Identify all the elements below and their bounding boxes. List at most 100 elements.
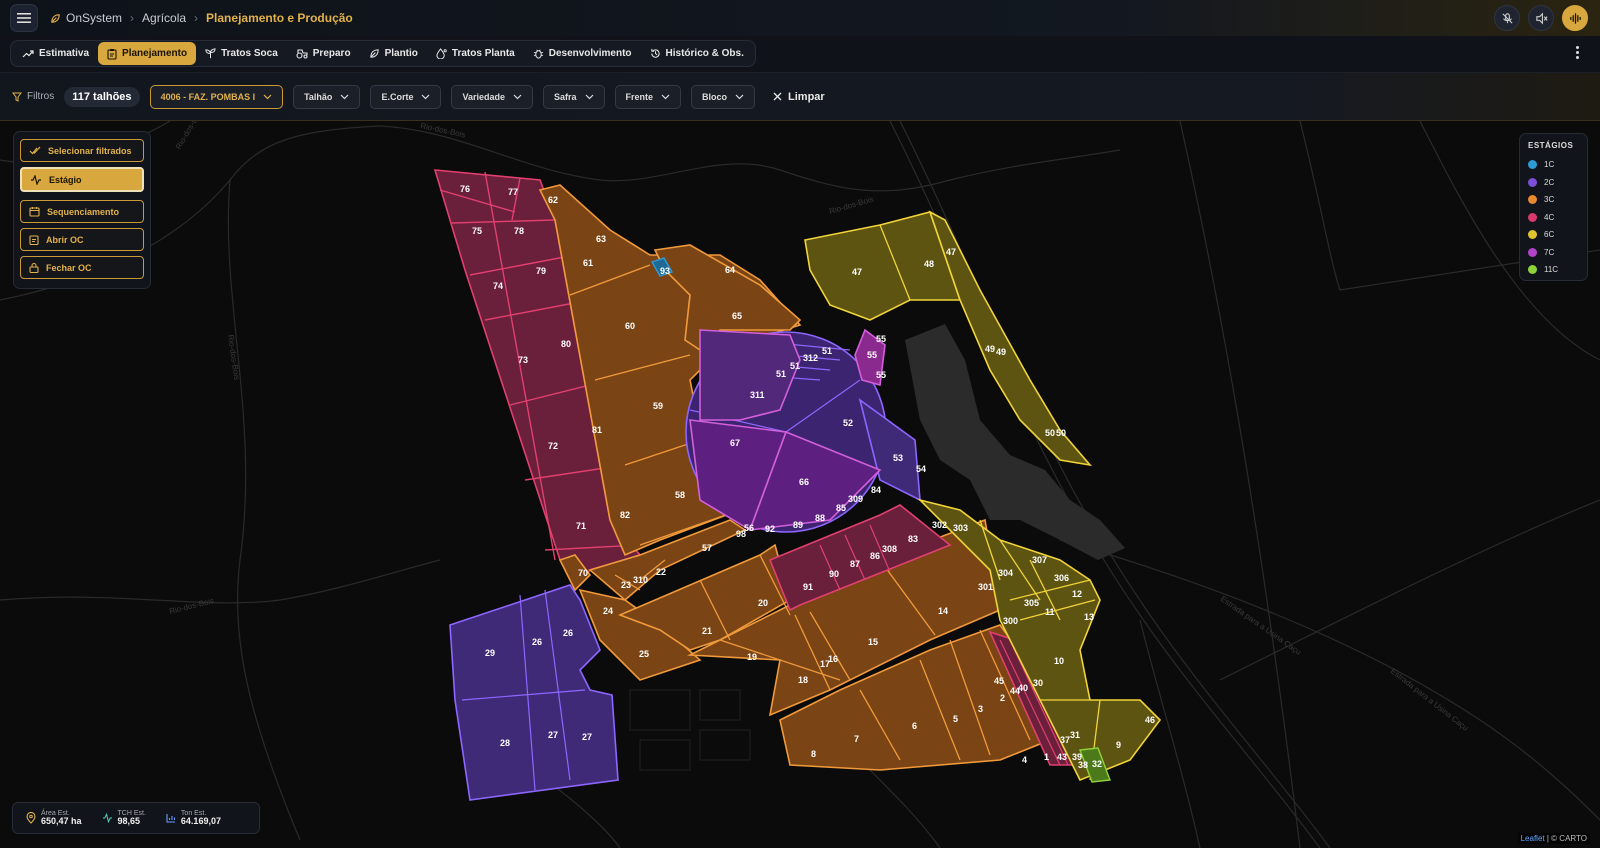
- tab-tratos-planta[interactable]: Tratos Planta: [427, 42, 524, 65]
- stage-button[interactable]: Estágio: [20, 167, 144, 192]
- village-blocks: [629, 689, 751, 771]
- plot-label: 79: [536, 266, 546, 276]
- safra-select[interactable]: Safra: [542, 84, 605, 109]
- bloco-select[interactable]: Bloco: [691, 84, 756, 109]
- plot-label: 93: [660, 266, 670, 276]
- variedade-select[interactable]: Variedade: [451, 84, 533, 109]
- plot-label: 5: [953, 714, 958, 724]
- plot-label: 300: [1003, 616, 1018, 626]
- plot-label: 43: [1057, 752, 1067, 762]
- plot-label: 27: [582, 732, 592, 742]
- plot-label: 84: [871, 485, 881, 495]
- more-options-icon[interactable]: [1576, 46, 1580, 59]
- plot-label: 91: [803, 582, 813, 592]
- plot-label: 26: [563, 628, 573, 638]
- plot-label: 53: [893, 453, 903, 463]
- plot-label: 77: [508, 187, 518, 197]
- sound-toggle-button[interactable]: [1528, 5, 1554, 31]
- plot-label: 51: [790, 361, 800, 371]
- plot-label: 73: [518, 355, 528, 365]
- plot-label: 60: [625, 321, 635, 331]
- top-bar: OnSystem › Agrícola › Planejamento e Pro…: [0, 0, 1600, 36]
- plot-label: 38: [1078, 760, 1088, 770]
- plot-label: 1: [1044, 752, 1049, 762]
- map-svg[interactable]: Rio-dos-Bois Rio-dos-Bois Rio-dos-Bois R…: [0, 121, 1600, 848]
- open-oc-button[interactable]: Abrir OC: [20, 228, 144, 251]
- menu-button[interactable]: [10, 4, 38, 32]
- bar-chart-icon: [166, 814, 175, 823]
- plot-label: 306: [1054, 573, 1069, 583]
- tab-historico[interactable]: Histórico & Obs.: [641, 42, 753, 65]
- plot-label: 10: [1054, 656, 1064, 666]
- clear-filters-button[interactable]: Limpar: [773, 91, 825, 103]
- plot-label: 82: [620, 510, 630, 520]
- plot-label: 61: [583, 258, 593, 268]
- plot-label: 49: [985, 344, 995, 354]
- plot-label: 312: [803, 353, 818, 363]
- road-label: Rio-dos-Bois: [828, 195, 875, 216]
- mic-toggle-button[interactable]: [1494, 5, 1520, 31]
- mic-off-icon: [1501, 12, 1513, 24]
- tab-desenvolvimento[interactable]: Desenvolvimento: [524, 42, 641, 65]
- header-actions: [1494, 5, 1588, 31]
- legend-swatch: [1528, 247, 1537, 257]
- ecorte-select[interactable]: E.Corte: [370, 84, 442, 109]
- plot-label: 6: [912, 721, 917, 731]
- legend-title: ESTÁGIOS: [1528, 141, 1574, 150]
- tab-list: Estimativa Planejamento Tratos Soca Prep…: [10, 40, 756, 67]
- drop-icon: [436, 48, 447, 59]
- plot-label: 47: [946, 247, 956, 257]
- chevron-down-icon: [341, 94, 349, 99]
- plot-label: 46: [1145, 715, 1155, 725]
- chevron-down-icon: [661, 94, 670, 99]
- leaflet-link[interactable]: Leaflet: [1521, 834, 1545, 843]
- plot-label: 11: [1045, 607, 1055, 617]
- plot-label: 86: [870, 551, 880, 561]
- close-oc-button[interactable]: Fechar OC: [20, 256, 144, 279]
- filter-label: Filtros: [12, 91, 54, 102]
- plot-label: 98: [736, 529, 746, 539]
- voice-assistant-button[interactable]: [1562, 5, 1588, 31]
- legend-item: 7C: [1528, 244, 1579, 262]
- fazenda-select[interactable]: 4006 - FAZ. POMBAS I: [149, 84, 284, 109]
- carto-link[interactable]: © CARTO: [1551, 834, 1587, 843]
- plot-label: 3: [978, 704, 983, 714]
- legend-swatch: [1528, 212, 1537, 222]
- plot-label: 76: [460, 184, 470, 194]
- plot-label: 48: [924, 259, 934, 269]
- sequencing-button[interactable]: Sequenciamento: [20, 200, 144, 223]
- breadcrumb-home[interactable]: OnSystem: [50, 11, 122, 25]
- talhao-select[interactable]: Talhão: [293, 84, 361, 109]
- legend-item: 6C: [1528, 226, 1579, 244]
- frente-select[interactable]: Frente: [614, 84, 682, 109]
- plot-label: 66: [799, 477, 809, 487]
- plot-label: 47: [852, 267, 862, 277]
- plot-label: 80: [561, 339, 571, 349]
- plot-label: 16: [828, 654, 838, 664]
- select-filtered-button[interactable]: Selecionar filtrados: [20, 139, 144, 162]
- tab-planejamento[interactable]: Planejamento: [98, 42, 197, 65]
- plot-label: 90: [829, 569, 839, 579]
- plot-label: 50: [1056, 428, 1066, 438]
- tab-plantio[interactable]: Plantio: [360, 42, 427, 65]
- tab-preparo[interactable]: Preparo: [287, 42, 360, 65]
- plot-label: 89: [793, 520, 803, 530]
- leaf-icon: [369, 49, 379, 58]
- plot-label: 25: [639, 649, 649, 659]
- chevron-down-icon: [513, 94, 522, 99]
- plot-label: 29: [485, 648, 495, 658]
- legend-item: 4C: [1528, 209, 1579, 227]
- tab-estimativa[interactable]: Estimativa: [13, 42, 98, 65]
- plot-label: 64: [725, 265, 735, 275]
- plot-label: 12: [1072, 589, 1082, 599]
- plot-label: 30: [1033, 678, 1043, 688]
- map-canvas[interactable]: Rio-dos-Bois Rio-dos-Bois Rio-dos-Bois R…: [0, 121, 1600, 848]
- tab-tratos-soca[interactable]: Tratos Soca: [196, 42, 287, 65]
- sprout-icon: [205, 48, 216, 59]
- plot-label: 92: [765, 524, 775, 534]
- legend-swatch: [1528, 230, 1537, 240]
- plot-label: 49: [996, 347, 1006, 357]
- legend-swatch: [1528, 265, 1537, 275]
- breadcrumb-agricola[interactable]: Agrícola: [142, 11, 186, 25]
- plot-label: 302: [932, 520, 947, 530]
